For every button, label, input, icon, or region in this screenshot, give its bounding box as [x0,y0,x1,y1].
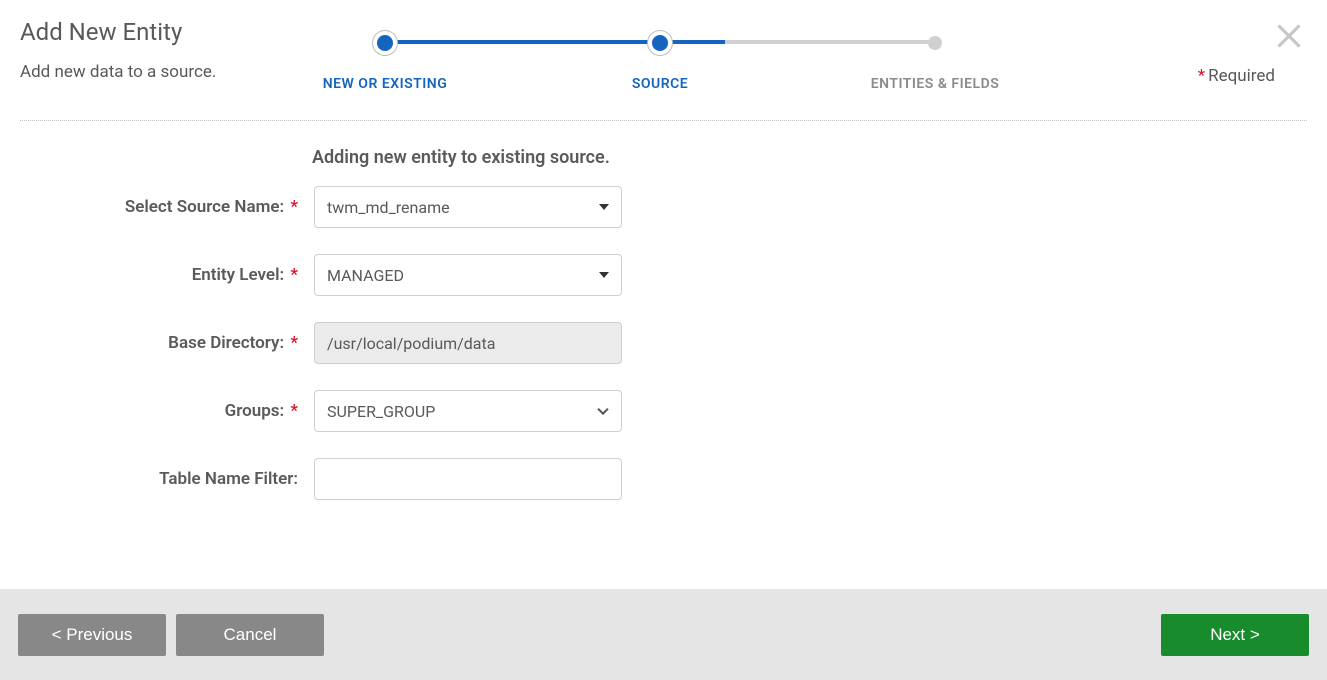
step-label: NEW OR EXISTING [323,76,448,92]
select-value: MANAGED [327,266,404,285]
base-directory-label: Base Directory: * [0,333,300,353]
close-icon [1271,18,1307,54]
source-name-select[interactable]: twm_md_rename [314,186,622,228]
page-subtitle: Add new data to a source. [20,62,320,82]
step-label: ENTITIES & FIELDS [871,76,1000,92]
readonly-value: /usr/local/podium/data [327,334,495,353]
chevron-down-icon [597,404,608,415]
previous-button[interactable]: < Previous [18,614,166,656]
table-name-filter-text[interactable] [327,459,585,499]
asterisk-icon: * [290,265,298,285]
wizard-footer: < Previous Cancel Next > [0,589,1327,680]
asterisk-icon: * [1198,66,1205,86]
step-dot-icon [377,35,393,51]
step-dot-icon [928,36,942,50]
asterisk-icon: * [290,401,298,421]
entity-level-label: Entity Level: * [0,265,300,285]
table-name-filter-label: Table Name Filter: [0,469,300,489]
asterisk-icon: * [290,197,298,217]
close-button[interactable] [1271,18,1307,54]
chevron-down-icon [599,204,609,210]
step-label: SOURCE [632,76,688,92]
step-source[interactable]: SOURCE [595,28,725,92]
groups-select[interactable]: SUPER_GROUP [314,390,622,432]
base-directory-field: /usr/local/podium/data [314,322,622,364]
wizard-stepper: NEW OR EXISTING SOURCE ENTITIES & FIELDS [320,18,1000,92]
table-name-filter-input[interactable] [314,458,622,500]
step-dot-icon [652,35,668,51]
source-name-label: Select Source Name: * [0,197,300,217]
next-button[interactable]: Next > [1161,614,1309,656]
select-value: twm_md_rename [327,198,450,217]
cancel-button[interactable]: Cancel [176,614,324,656]
chevron-down-icon [599,272,609,278]
step-new-or-existing[interactable]: NEW OR EXISTING [320,28,450,92]
groups-label: Groups: * [0,401,300,421]
form-section-heading: Adding new entity to existing source. [0,121,1327,186]
select-value: SUPER_GROUP [327,402,435,421]
asterisk-icon: * [290,333,298,353]
page-title: Add New Entity [20,18,320,46]
required-note: *Required [1198,66,1275,86]
step-entities-and-fields[interactable]: ENTITIES & FIELDS [870,28,1000,92]
entity-level-select[interactable]: MANAGED [314,254,622,296]
